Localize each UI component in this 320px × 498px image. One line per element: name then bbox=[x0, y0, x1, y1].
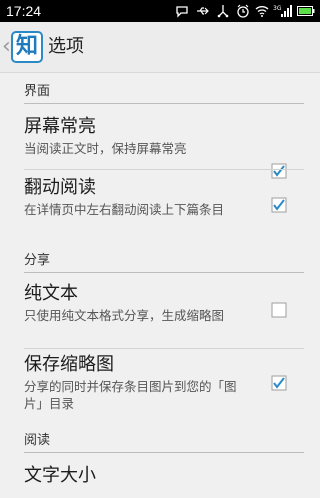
pref-title: 翻动阅读 bbox=[24, 177, 96, 198]
usb-debug-icon bbox=[216, 4, 230, 18]
section-header-share: 分享 bbox=[24, 244, 304, 273]
svg-text:3G: 3G bbox=[273, 5, 282, 12]
pref-summary: 只使用纯文本格式分享，生成缩略图 bbox=[24, 308, 225, 323]
battery-icon bbox=[297, 4, 315, 18]
pref-summary: 分享的同时并保存条目图片到您的「图片」目录 bbox=[24, 379, 237, 411]
section-header-read: 阅读 bbox=[24, 424, 304, 453]
up-navigation[interactable]: ‹ 知 bbox=[0, 22, 46, 72]
pref-title: 屏幕常亮 bbox=[24, 116, 96, 137]
divider bbox=[24, 348, 304, 349]
signal-3g-icon: 3G bbox=[273, 4, 293, 18]
alarm-icon bbox=[236, 4, 250, 18]
pref-swipe-read[interactable]: 翻动阅读 在详情页中左右翻动阅读上下篇条目 bbox=[0, 173, 320, 243]
app-logo-icon: 知 bbox=[11, 31, 43, 63]
settings-list: 界面 屏幕常亮 当阅读正文时，保持屏幕常亮 翻动阅读 在详情页中左右翻动阅读上下… bbox=[0, 73, 320, 486]
pref-title: 文字大小 bbox=[24, 465, 96, 486]
usb-icon bbox=[196, 4, 210, 18]
checkbox-unchecked[interactable] bbox=[271, 302, 287, 318]
checkbox-checked[interactable] bbox=[271, 375, 287, 391]
divider bbox=[24, 169, 304, 170]
pref-summary: 在详情页中左右翻动阅读上下篇条目 bbox=[24, 202, 225, 217]
status-bar: 17:24 3G bbox=[0, 0, 320, 22]
section-header-label: 界面 bbox=[24, 84, 51, 99]
pref-title: 保存缩略图 bbox=[24, 354, 114, 375]
section-header-label: 阅读 bbox=[24, 433, 51, 448]
page-title: 选项 bbox=[48, 36, 84, 57]
pref-summary: 当阅读正文时，保持屏幕常亮 bbox=[24, 141, 187, 156]
wifi-icon bbox=[255, 4, 269, 18]
checkbox-checked[interactable] bbox=[271, 197, 287, 213]
pref-save-thumbnail[interactable]: 保存缩略图 分享的同时并保存条目图片到您的「图片」目录 bbox=[0, 351, 320, 421]
section-header-ui: 界面 bbox=[24, 75, 304, 104]
section-header-label: 分享 bbox=[24, 253, 51, 268]
action-bar: ‹ 知 选项 bbox=[0, 22, 320, 73]
pref-keep-screen-on[interactable]: 屏幕常亮 当阅读正文时，保持屏幕常亮 bbox=[0, 109, 320, 179]
status-time: 17:24 bbox=[6, 3, 42, 19]
pref-font-size[interactable]: 文字大小 bbox=[0, 458, 320, 498]
pref-plain-text[interactable]: 纯文本 只使用纯文本格式分享，生成缩略图 bbox=[0, 278, 320, 348]
pref-title: 纯文本 bbox=[24, 283, 78, 304]
chat-icon bbox=[175, 4, 189, 18]
